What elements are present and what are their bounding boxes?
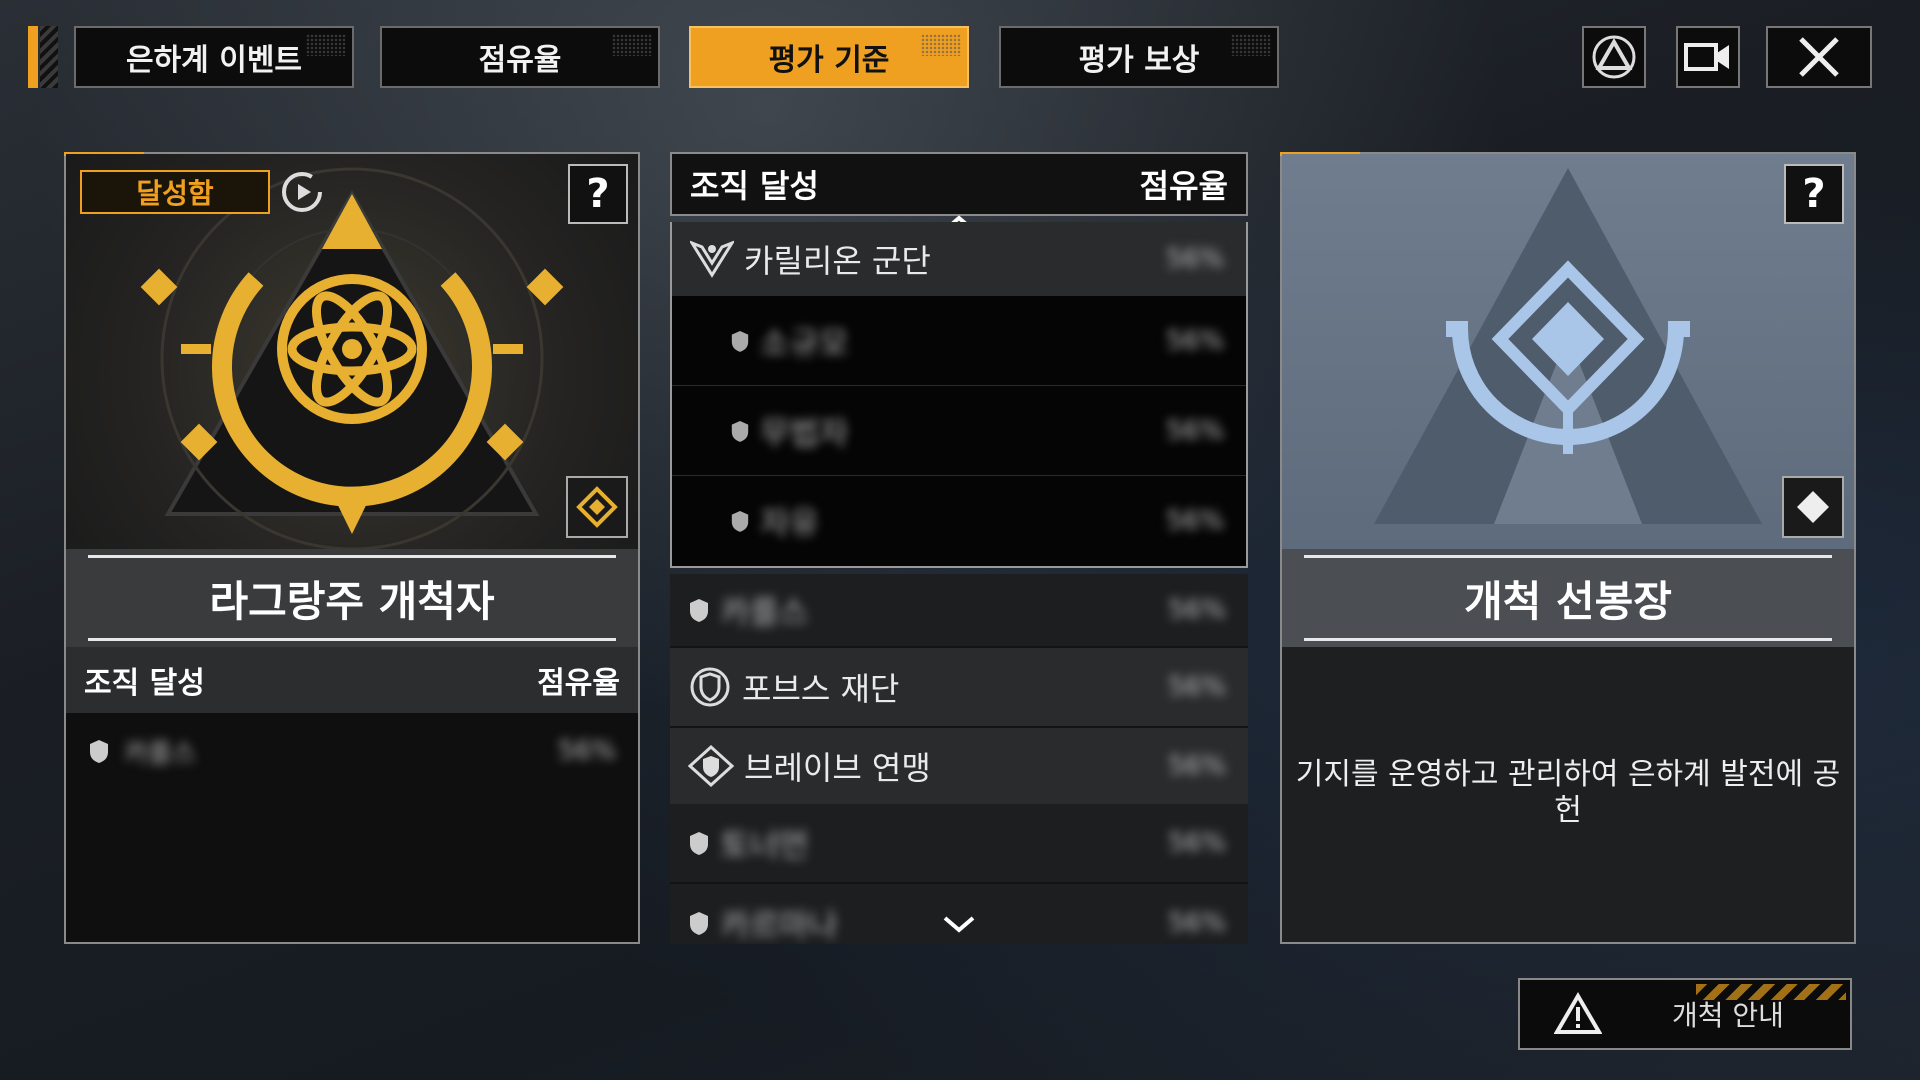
faction-wing-emblem-icon: [690, 240, 734, 278]
rank-title: 개척 선봉장: [1282, 549, 1854, 647]
gold-rank-diamond-icon: [576, 486, 618, 528]
occupancy-value: 56%: [1166, 325, 1224, 356]
column-organization: 조직 달성: [690, 167, 819, 205]
close-button[interactable]: [1766, 26, 1872, 88]
scroll-down-icon[interactable]: [941, 914, 977, 934]
organization-name: 토너먼: [720, 826, 809, 864]
expanded-group: 카릴리온 군단 56% 소규모 56% 무법자 56% 자유 56%: [670, 222, 1248, 568]
faction-shield-icon: [731, 420, 749, 442]
faction-shield-icon: [690, 832, 708, 855]
faction-shield-icon: [731, 330, 749, 352]
organization-name: 브레이브 연맹: [744, 749, 931, 787]
list-item-child[interactable]: 소규모 56%: [672, 296, 1246, 386]
help-button[interactable]: ?: [1784, 164, 1844, 224]
rank-title-text: 라그랑주 개척자: [209, 576, 495, 626]
tab-galaxy-event[interactable]: 은하계 이벤트: [74, 26, 354, 88]
list-item-child[interactable]: 자유 56%: [672, 476, 1246, 566]
list-item: 카를스 56%: [66, 713, 638, 789]
pioneer-vanguard-emblem-icon: [1374, 168, 1762, 524]
faction-shield-icon: [90, 740, 108, 763]
help-icon: ?: [586, 171, 610, 217]
organization-name: 포브스 재단: [742, 670, 900, 708]
occupancy-value: 56%: [1168, 828, 1226, 858]
rank-tier-button[interactable]: [1782, 476, 1844, 538]
tab-label: 평가 기준: [768, 43, 890, 78]
close-icon: [1799, 37, 1839, 77]
occupancy-value: 56%: [1166, 415, 1224, 446]
organization-name: 카르마나: [720, 906, 838, 944]
guide-button-label: 개척 안내: [1672, 999, 1784, 1032]
tab-label: 점유율: [478, 43, 562, 78]
occupancy-value: 56%: [1168, 751, 1226, 781]
organization-name: 소규모: [760, 323, 849, 362]
list-item-child[interactable]: 무법자 56%: [672, 386, 1246, 476]
list-item-parent[interactable]: 카릴리온 군단 56%: [672, 222, 1246, 296]
organization-name: 카를스: [720, 593, 809, 631]
achieved-list: 카를스 56%: [66, 713, 638, 942]
pioneer-guide-button[interactable]: 개척 안내: [1518, 978, 1852, 1050]
help-icon: ?: [1802, 171, 1826, 217]
rank-description: 기지를 운영하고 관리하여 은하계 발전에 공헌: [1295, 757, 1841, 828]
video-camera-icon: [1684, 43, 1729, 71]
organization-name: 카릴리온 군단: [744, 242, 931, 280]
occupancy-value: 56%: [1168, 672, 1226, 702]
alliance-button[interactable]: [1582, 26, 1646, 88]
column-occupancy: 점유율: [1139, 167, 1228, 205]
faction-shield-icon: [731, 511, 749, 532]
list-header: 조직 달성 점유율: [670, 152, 1248, 216]
achieved-rank-card: 달성함 ? 라그랑주 개척자 조직 달성 점유율 카를스 56%: [64, 152, 640, 944]
emblem-area: 달성함 ?: [66, 154, 638, 549]
occupancy-value: 56%: [1166, 506, 1224, 536]
faction-shield-icon: [690, 599, 708, 622]
organization-name: 카를스: [124, 738, 196, 769]
rank-description-area: 기지를 운영하고 관리하여 은하계 발전에 공헌: [1282, 647, 1854, 942]
faction-round-shield-icon: [690, 667, 730, 707]
list-header: 조직 달성 점유율: [66, 647, 638, 713]
tab-evaluation-criteria[interactable]: 평가 기준: [689, 26, 969, 88]
header-accent-stripe: [40, 26, 58, 88]
alliance-triangle-icon: [1592, 35, 1636, 79]
tab-label: 은하계 이벤트: [125, 43, 303, 78]
faction-diamond-shield-icon: [688, 745, 734, 787]
organization-name: 무법자: [760, 413, 849, 452]
next-rank-card: ? 개척 선봉장 기지를 운영하고 관리하여 은하계 발전에 공헌: [1280, 152, 1856, 944]
occupancy-value: 56%: [1168, 595, 1226, 625]
organization-name: 자유: [760, 504, 819, 542]
header-accent-bar: [28, 26, 38, 88]
rank-title-text: 개척 선봉장: [1464, 576, 1672, 626]
warning-stripe: [1696, 984, 1846, 1000]
list-item-parent[interactable]: 포브스 재단 56%: [670, 648, 1248, 726]
column-organization: 조직 달성: [84, 666, 205, 701]
faction-shield-icon: [690, 912, 708, 935]
tab-label: 평가 보상: [1078, 43, 1200, 78]
occupancy-value: 56%: [1168, 908, 1226, 938]
emblem-area: ?: [1282, 154, 1854, 549]
tab-occupancy[interactable]: 점유율: [380, 26, 660, 88]
column-occupancy: 점유율: [537, 666, 620, 701]
rank-title: 라그랑주 개척자: [66, 549, 638, 647]
list-item[interactable]: 토너먼 56%: [670, 804, 1248, 884]
rank-tier-button[interactable]: [566, 476, 628, 538]
help-button[interactable]: ?: [568, 164, 628, 224]
list-item[interactable]: 카를스 56%: [670, 574, 1248, 648]
occupancy-value: 56%: [558, 736, 616, 766]
white-diamond-icon: [1797, 491, 1829, 523]
list-item-parent[interactable]: 브레이브 연맹 56%: [670, 726, 1248, 804]
status-badge: 달성함: [80, 170, 270, 214]
ranking-scroll-area[interactable]: 카릴리온 군단 56% 소규모 56% 무법자 56% 자유 56% 카를스 5…: [670, 222, 1248, 944]
warning-icon: [1554, 992, 1602, 1034]
replay-icon[interactable]: [280, 170, 324, 214]
organization-ranking-list: 조직 달성 점유율 카릴리온 군단 56% 소규모 56% 무법자 56% 자유…: [670, 152, 1248, 944]
record-button[interactable]: [1676, 26, 1740, 88]
occupancy-value: 56%: [1166, 244, 1224, 274]
tab-evaluation-reward[interactable]: 평가 보상: [999, 26, 1279, 88]
